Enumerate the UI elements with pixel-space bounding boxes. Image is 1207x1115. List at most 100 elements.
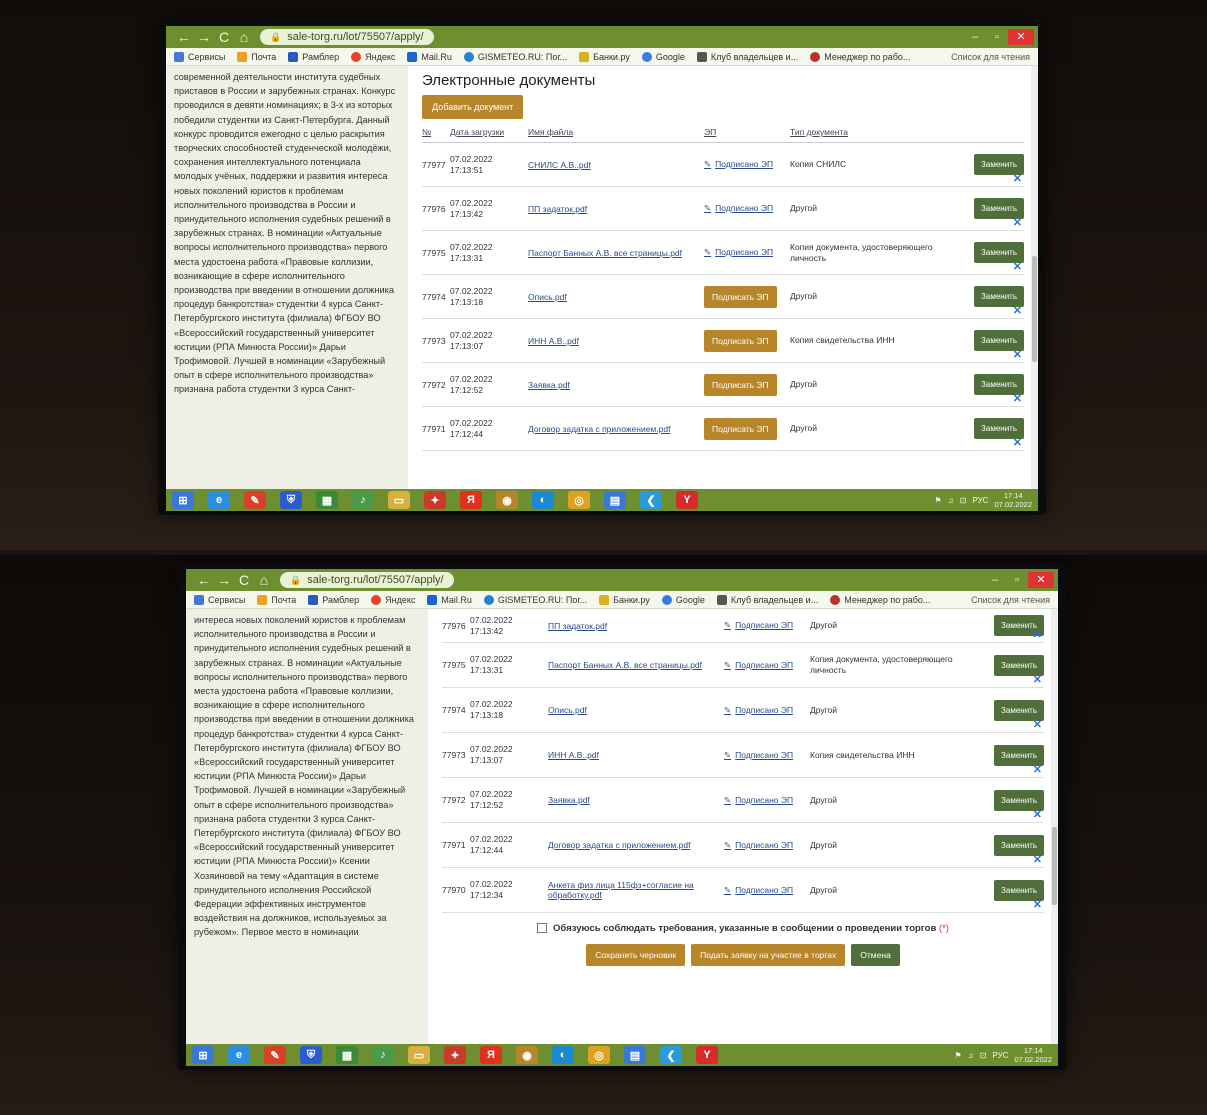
file-link[interactable]: ПП задаток.pdf bbox=[528, 204, 704, 214]
bookmark-yandex[interactable]: Яндекс bbox=[351, 51, 395, 62]
reading-list[interactable]: Список для чтения bbox=[971, 595, 1050, 605]
arrow-app-icon[interactable]: ❮ bbox=[640, 491, 662, 509]
header-type[interactable]: Тип документа bbox=[790, 127, 964, 138]
bookmark-yandex[interactable]: Яндекс bbox=[371, 594, 415, 605]
header-date[interactable]: Дата загрузки bbox=[450, 127, 528, 138]
clock[interactable]: 17:14 07.02.2022 bbox=[994, 491, 1032, 509]
yandex-browser-icon[interactable]: Y bbox=[696, 1046, 718, 1064]
signed-link[interactable]: ✎ Подписано ЭП bbox=[724, 885, 810, 896]
folder-icon[interactable]: ▭ bbox=[408, 1046, 430, 1064]
address-bar[interactable]: 🔒 sale-torg.ru/lot/75507/apply/ bbox=[280, 572, 454, 588]
bookmark-google[interactable]: Google bbox=[661, 594, 705, 605]
forward-icon[interactable]: → bbox=[214, 572, 234, 588]
page-scrollbar[interactable] bbox=[1031, 66, 1038, 489]
yandex-browser-icon[interactable]: Y bbox=[676, 491, 698, 509]
file-link[interactable]: СНИЛС А.В..pdf bbox=[528, 160, 704, 170]
language-indicator[interactable]: РУС bbox=[972, 496, 988, 505]
file-link[interactable]: Договор задатка с приложением.pdf bbox=[548, 840, 724, 850]
bookmark-rambler[interactable]: Рамблер bbox=[288, 51, 339, 62]
windows-start-icon[interactable]: ⊞ bbox=[172, 491, 194, 509]
file-link[interactable]: ИНН А.В..pdf bbox=[548, 750, 724, 760]
flag-icon[interactable]: ⚑ bbox=[955, 1051, 962, 1060]
maximize-button[interactable]: ▫ bbox=[986, 29, 1008, 45]
delete-icon[interactable]: ✕ bbox=[1013, 436, 1022, 449]
bookmark-mailru[interactable]: Mail.Ru bbox=[407, 51, 452, 62]
sign-button[interactable]: Подписать ЭП bbox=[704, 373, 777, 396]
bookmark-banki[interactable]: Банки.ру bbox=[579, 51, 630, 62]
volume-icon[interactable]: ♫ bbox=[968, 1051, 974, 1060]
paint-icon[interactable]: ✎ bbox=[264, 1046, 286, 1064]
bookmark-mailru[interactable]: Mail.Ru bbox=[427, 594, 472, 605]
file-link[interactable]: Опись.pdf bbox=[548, 705, 724, 715]
reload-icon[interactable]: C bbox=[214, 29, 234, 45]
bookmark-rambler[interactable]: Рамблер bbox=[308, 594, 359, 605]
defender-icon[interactable]: ⛨ bbox=[300, 1046, 322, 1064]
page-scrollbar[interactable] bbox=[1051, 609, 1058, 1044]
chrome-icon[interactable]: ◎ bbox=[588, 1046, 610, 1064]
delete-icon[interactable]: ✕ bbox=[1013, 172, 1022, 185]
internet-explorer-icon[interactable]: e bbox=[228, 1046, 250, 1064]
signed-link[interactable]: ✎ Подписано ЭП bbox=[724, 750, 810, 761]
game-icon[interactable]: ✦ bbox=[424, 491, 446, 509]
signed-link[interactable]: ✎ Подписано ЭП bbox=[724, 620, 810, 631]
yandex-icon[interactable]: Я bbox=[460, 491, 482, 509]
volume-icon[interactable]: ♫ bbox=[948, 496, 954, 505]
header-sig[interactable]: ЭП bbox=[704, 127, 790, 138]
sign-button[interactable]: Подписать ЭП bbox=[704, 417, 777, 440]
arrow-app-icon[interactable]: ❮ bbox=[660, 1046, 682, 1064]
reload-icon[interactable]: C bbox=[234, 572, 254, 588]
edge-icon[interactable]: ◐ bbox=[532, 491, 554, 509]
notes-icon[interactable]: ▤ bbox=[624, 1046, 646, 1064]
home-icon[interactable]: ⌂ bbox=[254, 572, 274, 588]
file-link[interactable]: ПП задаток.pdf bbox=[548, 621, 724, 631]
bookmark-manager[interactable]: Менеджер по рабо... bbox=[830, 594, 930, 605]
delete-icon[interactable]: ✕ bbox=[1033, 628, 1042, 641]
folder-icon[interactable]: ▭ bbox=[388, 491, 410, 509]
submit-application-button[interactable]: Подать заявку на участие в торгах bbox=[691, 944, 846, 966]
signed-link[interactable]: ✎ Подписано ЭП bbox=[704, 159, 790, 170]
delete-icon[interactable]: ✕ bbox=[1033, 808, 1042, 821]
sign-button[interactable]: Подписать ЭП bbox=[704, 285, 777, 308]
signed-link[interactable]: ✎ Подписано ЭП bbox=[704, 247, 790, 258]
forward-icon[interactable]: → bbox=[194, 29, 214, 45]
agree-checkbox[interactable] bbox=[537, 923, 548, 934]
file-link[interactable]: Опись.pdf bbox=[528, 292, 704, 302]
delete-icon[interactable]: ✕ bbox=[1013, 392, 1022, 405]
chrome-icon[interactable]: ◎ bbox=[568, 491, 590, 509]
delete-icon[interactable]: ✕ bbox=[1033, 673, 1042, 686]
spreadsheet-icon[interactable]: ▦ bbox=[336, 1046, 358, 1064]
delete-icon[interactable]: ✕ bbox=[1033, 763, 1042, 776]
reading-list[interactable]: Список для чтения bbox=[951, 52, 1030, 62]
signed-link[interactable]: ✎ Подписано ЭП bbox=[724, 660, 810, 671]
file-link[interactable]: ИНН А.В..pdf bbox=[528, 336, 704, 346]
signed-link[interactable]: ✎ Подписано ЭП bbox=[724, 795, 810, 806]
bookmark-mail[interactable]: Почта bbox=[237, 51, 276, 62]
file-link[interactable]: Паспорт Банных А.В. все страницы.pdf bbox=[528, 248, 704, 258]
bookmark-gismeteo[interactable]: GISMETEO.RU: Пог... bbox=[483, 594, 587, 605]
file-link[interactable]: Заявка.pdf bbox=[528, 380, 704, 390]
edge-icon[interactable]: ◐ bbox=[552, 1046, 574, 1064]
network-icon[interactable]: ⊡ bbox=[960, 496, 967, 505]
yandex-icon[interactable]: Я bbox=[480, 1046, 502, 1064]
bookmark-gismeteo[interactable]: GISMETEO.RU: Пог... bbox=[463, 51, 567, 62]
add-document-button[interactable]: Добавить документ bbox=[422, 95, 524, 119]
app-icon[interactable]: ◉ bbox=[516, 1046, 538, 1064]
save-draft-button[interactable]: Сохранить черновик bbox=[586, 944, 686, 966]
signed-link[interactable]: ✎ Подписано ЭП bbox=[704, 203, 790, 214]
maximize-button[interactable]: ▫ bbox=[1006, 572, 1028, 588]
header-file[interactable]: Имя файла bbox=[528, 127, 704, 138]
network-icon[interactable]: ⊡ bbox=[980, 1051, 987, 1060]
close-button[interactable]: ✕ bbox=[1008, 29, 1034, 45]
sign-button[interactable]: Подписать ЭП bbox=[704, 329, 777, 352]
delete-icon[interactable]: ✕ bbox=[1033, 853, 1042, 866]
file-link[interactable]: Анкета физ лица 115фз+согласие на обрабо… bbox=[548, 880, 724, 900]
header-id[interactable]: № bbox=[422, 127, 450, 138]
file-link[interactable]: Паспорт Банных А.В. все страницы.pdf bbox=[548, 660, 724, 670]
bookmark-manager[interactable]: Менеджер по рабо... bbox=[810, 51, 910, 62]
flag-icon[interactable]: ⚑ bbox=[935, 496, 942, 505]
address-bar[interactable]: 🔒 sale-torg.ru/lot/75507/apply/ bbox=[260, 29, 434, 45]
delete-icon[interactable]: ✕ bbox=[1013, 260, 1022, 273]
defender-icon[interactable]: ⛨ bbox=[280, 491, 302, 509]
delete-icon[interactable]: ✕ bbox=[1013, 216, 1022, 229]
home-icon[interactable]: ⌂ bbox=[234, 29, 254, 45]
